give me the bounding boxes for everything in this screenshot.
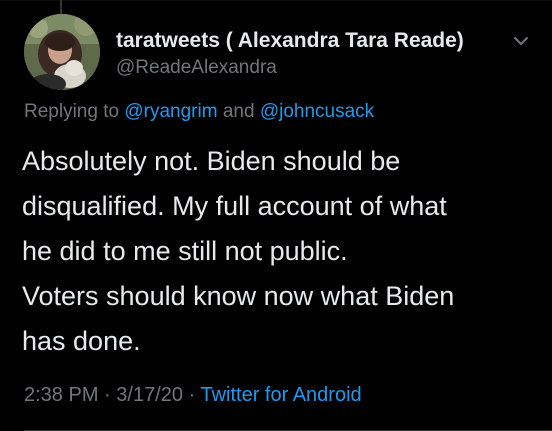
tweet-metadata: 2:38 PM · 3/17/20 · Twitter for Android [24, 384, 362, 407]
tweet-date[interactable]: 3/17/20 [116, 384, 183, 406]
tweet-text-line: has done. [22, 326, 141, 356]
top-divider [0, 0, 552, 1]
tweet-detail: taratweets ( Alexandra Tara Reade) @Read… [0, 0, 552, 431]
tweet-text-line: disqualified. My full account of what [22, 191, 447, 221]
mention-link-ryangrim[interactable]: @ryangrim [124, 101, 217, 122]
meta-separator: · [188, 384, 196, 406]
tweet-source-link[interactable]: Twitter for Android [200, 384, 361, 406]
chevron-down-icon[interactable] [510, 30, 532, 52]
profile-photo-icon [24, 14, 100, 90]
tweet-body: Absolutely not. Biden should be disquali… [22, 139, 542, 364]
mention-link-johncusack[interactable]: @johncusack [260, 101, 374, 122]
tweet-time[interactable]: 2:38 PM [24, 384, 98, 406]
meta-separator: · [104, 384, 111, 406]
avatar[interactable] [24, 14, 100, 90]
tweet-text-line: Absolutely not. Biden should be [22, 146, 401, 176]
thread-connector-line [60, 0, 62, 14]
tweet-text-line: he did to me still not public. [22, 236, 348, 266]
author-handle[interactable]: @ReadeAlexandra [116, 57, 277, 79]
replying-to-line: Replying to @ryangrim and @johncusack [24, 101, 374, 123]
replying-to-joiner: and [222, 101, 255, 122]
replying-to-label: Replying to [24, 101, 120, 122]
tweet-text-line: Voters should know now what Biden [22, 281, 455, 311]
author-display-name[interactable]: taratweets ( Alexandra Tara Reade) [116, 29, 464, 53]
